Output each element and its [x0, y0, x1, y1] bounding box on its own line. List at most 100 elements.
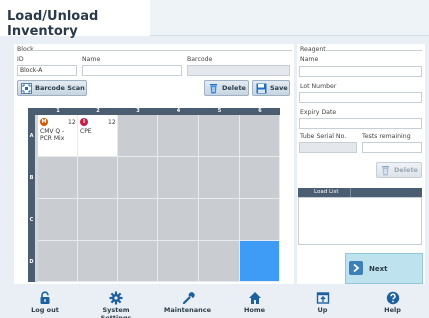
tube-serial-field: [299, 142, 357, 153]
block-barcode-label: Barcode: [187, 56, 213, 63]
next-arrow-icon: [349, 260, 363, 277]
grid-cell-d4[interactable]: [158, 241, 199, 282]
block-id-field[interactable]: Block-A: [17, 65, 77, 76]
grid-cell-b4[interactable]: [158, 157, 199, 199]
grid-cell-a4[interactable]: [158, 115, 199, 157]
delete-label: Delete: [222, 84, 246, 92]
page-title: Load/Unload Inventory: [0, 0, 150, 39]
cell-count: 12: [108, 119, 116, 126]
app-header: Load/Unload Inventory: [0, 0, 429, 39]
up-folder-icon: [316, 292, 329, 304]
reagent-name-field[interactable]: [299, 66, 422, 77]
grid-cell-d6-selected[interactable]: [240, 241, 280, 282]
block-barcode-field: [187, 65, 290, 76]
grid-cell-c3[interactable]: [118, 199, 158, 241]
footer-nav: Log out System Settings Maintenance Home…: [0, 288, 429, 318]
grid-corner: [28, 108, 38, 115]
next-label: Next: [369, 264, 388, 273]
grid-cell-a2[interactable]: I 12 CPE: [78, 115, 118, 157]
column-header-5: 5: [199, 108, 240, 115]
help-button[interactable]: Help: [370, 288, 415, 318]
tests-remaining-field[interactable]: [362, 142, 422, 153]
grid-cell-b5[interactable]: [199, 157, 240, 199]
help-label: Help: [384, 306, 401, 314]
grid-cell-a5[interactable]: [199, 115, 240, 157]
block-name-label: Name: [82, 56, 101, 63]
expiry-date-label: Expiry Date: [300, 109, 337, 116]
internal-control-badge: I: [80, 118, 88, 126]
barcode-scan-label: Barcode Scan: [35, 84, 85, 92]
system-settings-button[interactable]: System Settings: [86, 288, 146, 318]
row-header-b: B: [28, 157, 35, 199]
grid-cell-a1[interactable]: M 12 CMV Q - PCR Mix: [38, 115, 78, 157]
barcode-scan-icon: [21, 82, 32, 94]
row-header-a: A: [28, 115, 35, 157]
cell-count: 12: [68, 119, 76, 126]
logout-button[interactable]: Log out: [20, 288, 70, 318]
save-icon: [256, 83, 267, 94]
column-header-1: 1: [38, 108, 78, 115]
load-list-column-divider: [350, 188, 351, 197]
delete-reagent-label: Delete: [394, 166, 418, 174]
column-header-6: 6: [240, 108, 280, 115]
grid-cell-c6[interactable]: [240, 199, 280, 241]
tests-remaining-label: Tests remaining: [362, 133, 411, 140]
home-button[interactable]: Home: [232, 288, 277, 318]
delete-block-button[interactable]: Delete: [204, 80, 249, 96]
load-list-title: Load List: [314, 189, 339, 195]
load-list[interactable]: [298, 197, 422, 245]
column-header-2: 2: [78, 108, 118, 115]
next-button[interactable]: Next: [345, 253, 423, 284]
trash-icon: [380, 165, 391, 176]
column-header-4: 4: [158, 108, 199, 115]
expiry-date-field[interactable]: [299, 118, 422, 129]
grid-cell-a6[interactable]: [240, 115, 280, 157]
reagent-name-label: Name: [300, 56, 319, 63]
grid-cell-d3[interactable]: [118, 241, 158, 282]
grid-cell-b6[interactable]: [240, 157, 280, 199]
grid-cell-d2[interactable]: [78, 241, 118, 282]
load-list-header: Load List: [298, 188, 422, 197]
up-button[interactable]: Up: [300, 288, 345, 318]
grid-cell-c2[interactable]: [78, 199, 118, 241]
cell-reagent-line1: CPE: [80, 128, 92, 135]
lot-number-label: Lot Number: [300, 83, 337, 90]
cell-reagent-line1: CMV Q -: [40, 128, 65, 135]
save-label: Save: [270, 84, 288, 92]
mix-type-badge: M: [40, 118, 48, 126]
grid-cell-b2[interactable]: [78, 157, 118, 199]
wrench-icon: [182, 292, 195, 305]
block-grid: 1 2 3 4 5 6 A B C D M 12 CMV Q - PCR Mix…: [28, 108, 280, 282]
block-name-field[interactable]: [82, 65, 182, 76]
grid-cell-c4[interactable]: [158, 199, 199, 241]
barcode-scan-button[interactable]: Barcode Scan: [17, 80, 87, 96]
lot-number-field[interactable]: [299, 92, 422, 103]
column-header-3: 3: [118, 108, 158, 115]
block-group-rule: [30, 50, 292, 51]
lock-icon: [40, 291, 50, 304]
system-settings-label: System Settings: [100, 306, 132, 318]
maintenance-label: Maintenance: [163, 306, 212, 314]
grid-cell-b1[interactable]: [38, 157, 78, 199]
home-icon: [248, 292, 261, 304]
grid-cell-b3[interactable]: [118, 157, 158, 199]
maintenance-button[interactable]: Maintenance: [160, 288, 215, 318]
row-header-c: C: [28, 199, 35, 241]
delete-reagent-button[interactable]: Delete: [376, 162, 422, 178]
logout-label: Log out: [31, 306, 59, 314]
grid-cell-d1[interactable]: [38, 241, 78, 282]
up-label: Up: [317, 306, 328, 314]
grid-cell-c1[interactable]: [38, 199, 78, 241]
trash-icon: [208, 83, 219, 94]
tube-serial-label: Tube Serial No.: [300, 133, 347, 140]
help-icon: [386, 291, 399, 305]
grid-cell-a3[interactable]: [118, 115, 158, 157]
cell-reagent-line2: PCR Mix: [40, 135, 65, 142]
block-id-label: ID: [17, 56, 24, 63]
home-label: Home: [243, 306, 266, 314]
reagent-group-label: Reagent: [300, 46, 326, 53]
gear-icon: [109, 291, 123, 305]
grid-cell-d5[interactable]: [199, 241, 240, 282]
save-button[interactable]: Save: [252, 80, 290, 96]
grid-cell-c5[interactable]: [199, 199, 240, 241]
